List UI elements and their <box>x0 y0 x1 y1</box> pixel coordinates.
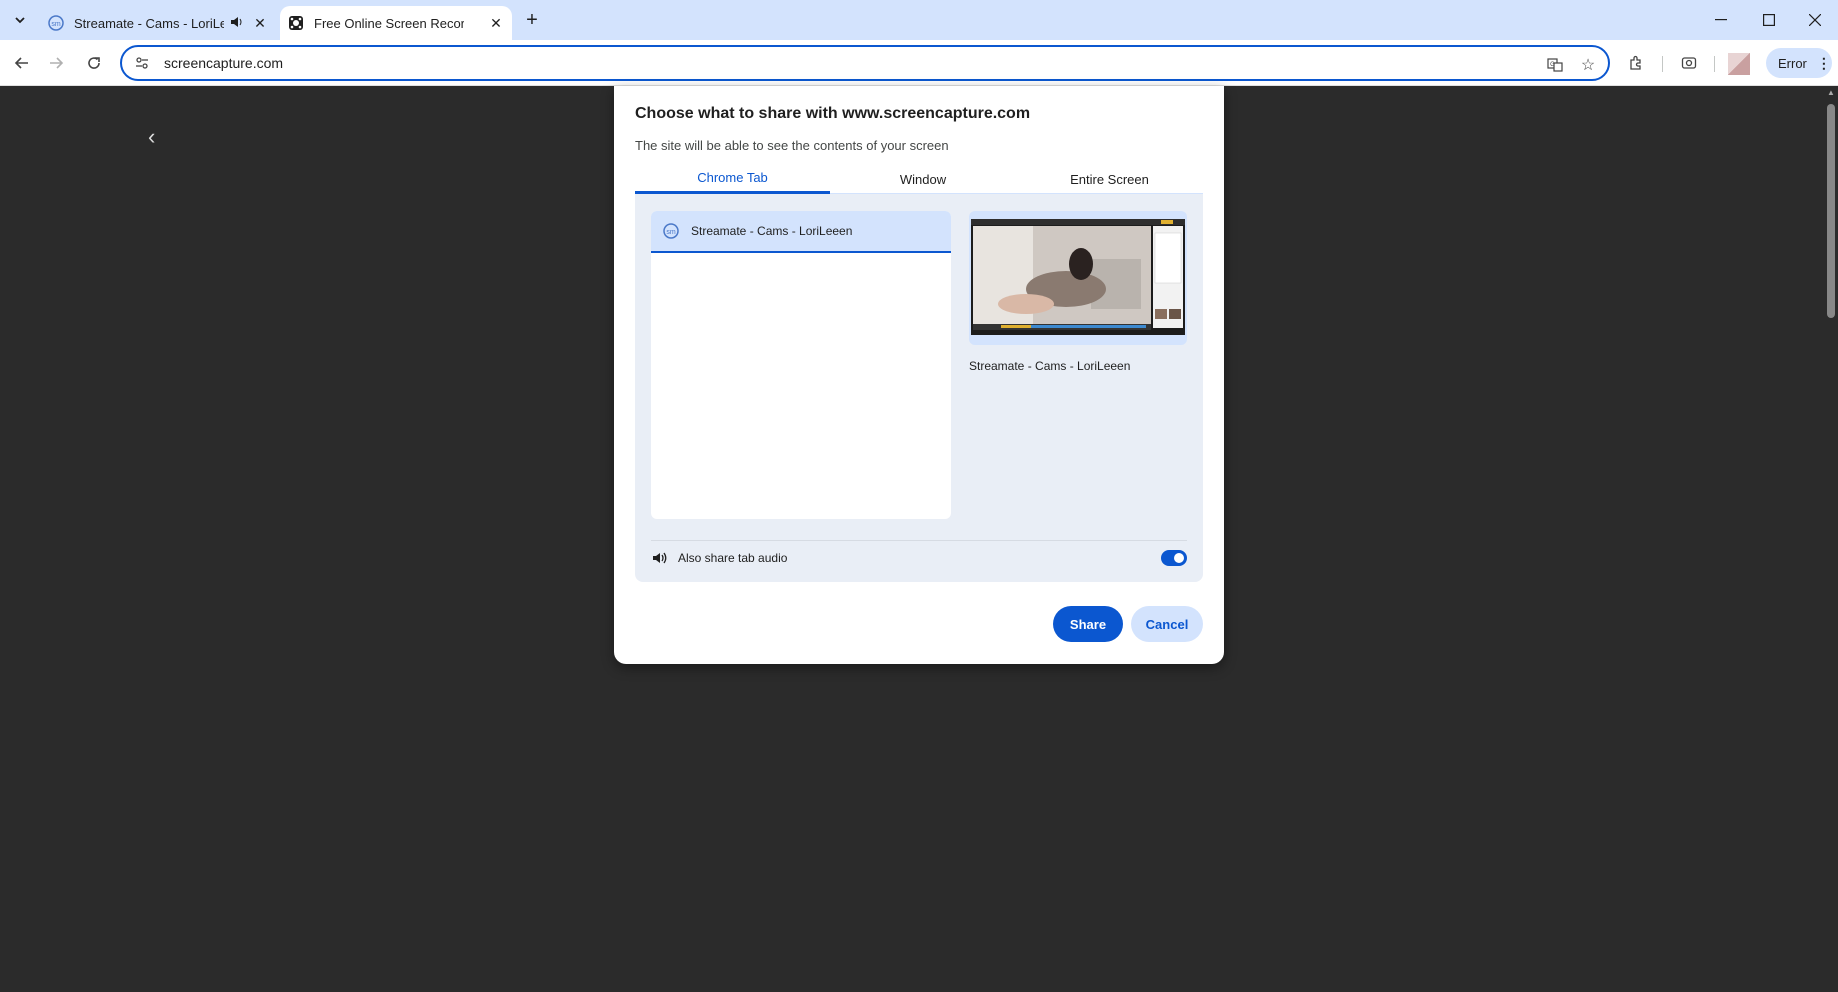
preview-thumbnail <box>971 219 1185 335</box>
tab-title: Streamate - Cams - LoriLeen <box>74 15 224 31</box>
speaker-icon[interactable] <box>230 15 244 32</box>
browser-tab-screencapture[interactable]: Free Online Screen Recorder | C ✕ <box>280 6 512 40</box>
profile-error-button[interactable]: Error ⋮ <box>1766 48 1832 78</box>
toolbar-divider <box>1662 56 1663 72</box>
dialog-subtitle: The site will be able to see the content… <box>635 138 949 153</box>
screen-capture-icon[interactable] <box>1679 53 1699 73</box>
reload-icon <box>88 57 100 69</box>
arrow-left-icon <box>14 57 28 69</box>
streamate-icon: sm <box>663 223 679 239</box>
share-audio-row: Also share tab audio <box>651 540 1187 568</box>
screencapture-icon <box>288 15 304 31</box>
address-bar[interactable]: screencapture.com G ☆ <box>120 45 1610 81</box>
dialog-title: Choose what to share with www.screencapt… <box>635 105 1031 122</box>
bookmark-star-icon[interactable]: ☆ <box>1578 55 1598 75</box>
share-button[interactable]: Share <box>1053 606 1123 642</box>
tab-strip: sm Streamate - Cams - LoriLeen ✕ Free On… <box>0 0 1838 40</box>
chevron-left-icon[interactable]: ‹ <box>148 124 155 150</box>
share-audio-toggle[interactable] <box>1161 550 1187 566</box>
share-source-tabs: Chrome Tab Window Entire Screen <box>635 164 1203 194</box>
share-panel: sm Streamate - Cams - LoriLeeen Streamat… <box>635 194 1203 582</box>
scrollbar-thumb[interactable] <box>1827 104 1835 318</box>
speaker-icon <box>651 549 669 567</box>
url-text: screencapture.com <box>164 55 284 71</box>
toolbar-divider <box>1714 56 1715 72</box>
scroll-up-icon[interactable]: ▲ <box>1827 88 1835 97</box>
site-settings-icon[interactable] <box>134 55 150 71</box>
chevron-down-icon <box>15 17 25 24</box>
window-close-button[interactable] <box>1792 0 1838 40</box>
avatar[interactable] <box>1728 53 1750 75</box>
error-label: Error <box>1778 55 1807 71</box>
tab-chrome-tab[interactable]: Chrome Tab <box>635 164 830 194</box>
tab-list: sm Streamate - Cams - LoriLeeen <box>651 211 951 519</box>
close-icon[interactable]: ✕ <box>252 15 268 31</box>
audio-label: Also share tab audio <box>678 551 788 565</box>
close-icon <box>1809 14 1821 26</box>
preview-label: Streamate - Cams - LoriLeeen <box>969 359 1131 373</box>
browser-toolbar: screencapture.com G ☆ Error ⋮ <box>0 40 1838 86</box>
minimize-button[interactable] <box>1698 0 1744 40</box>
new-tab-button[interactable]: + <box>520 8 544 32</box>
arrow-right-icon <box>50 57 64 69</box>
streamate-icon: sm <box>48 15 64 31</box>
tab-entire-screen[interactable]: Entire Screen <box>1016 164 1203 194</box>
translate-icon[interactable]: G <box>1545 55 1565 75</box>
browser-tab-streamate[interactable]: sm Streamate - Cams - LoriLeen ✕ <box>40 6 276 40</box>
svg-text:sm: sm <box>51 21 61 28</box>
tab-preview[interactable] <box>969 211 1187 345</box>
more-menu-icon: ⋮ <box>1816 54 1831 71</box>
back-button[interactable] <box>10 51 34 75</box>
extensions-icon[interactable] <box>1626 53 1646 73</box>
svg-text:sm: sm <box>666 229 676 236</box>
minimize-icon <box>1715 19 1727 21</box>
maximize-button[interactable] <box>1746 0 1792 40</box>
maximize-icon <box>1763 14 1775 26</box>
tab-title: Free Online Screen Recorder | C <box>314 15 464 31</box>
list-item[interactable]: sm Streamate - Cams - LoriLeeen <box>651 211 951 253</box>
tab-window[interactable]: Window <box>830 164 1016 194</box>
share-screen-dialog: Choose what to share with www.screencapt… <box>614 86 1224 664</box>
reload-button[interactable] <box>82 51 106 75</box>
forward-button[interactable] <box>44 51 68 75</box>
tab-search-button[interactable] <box>8 8 32 32</box>
scrollbar[interactable]: ▲ <box>1824 86 1838 992</box>
list-item-label: Streamate - Cams - LoriLeeen <box>691 224 853 238</box>
cancel-button[interactable]: Cancel <box>1131 606 1203 642</box>
close-icon[interactable]: ✕ <box>488 15 504 31</box>
